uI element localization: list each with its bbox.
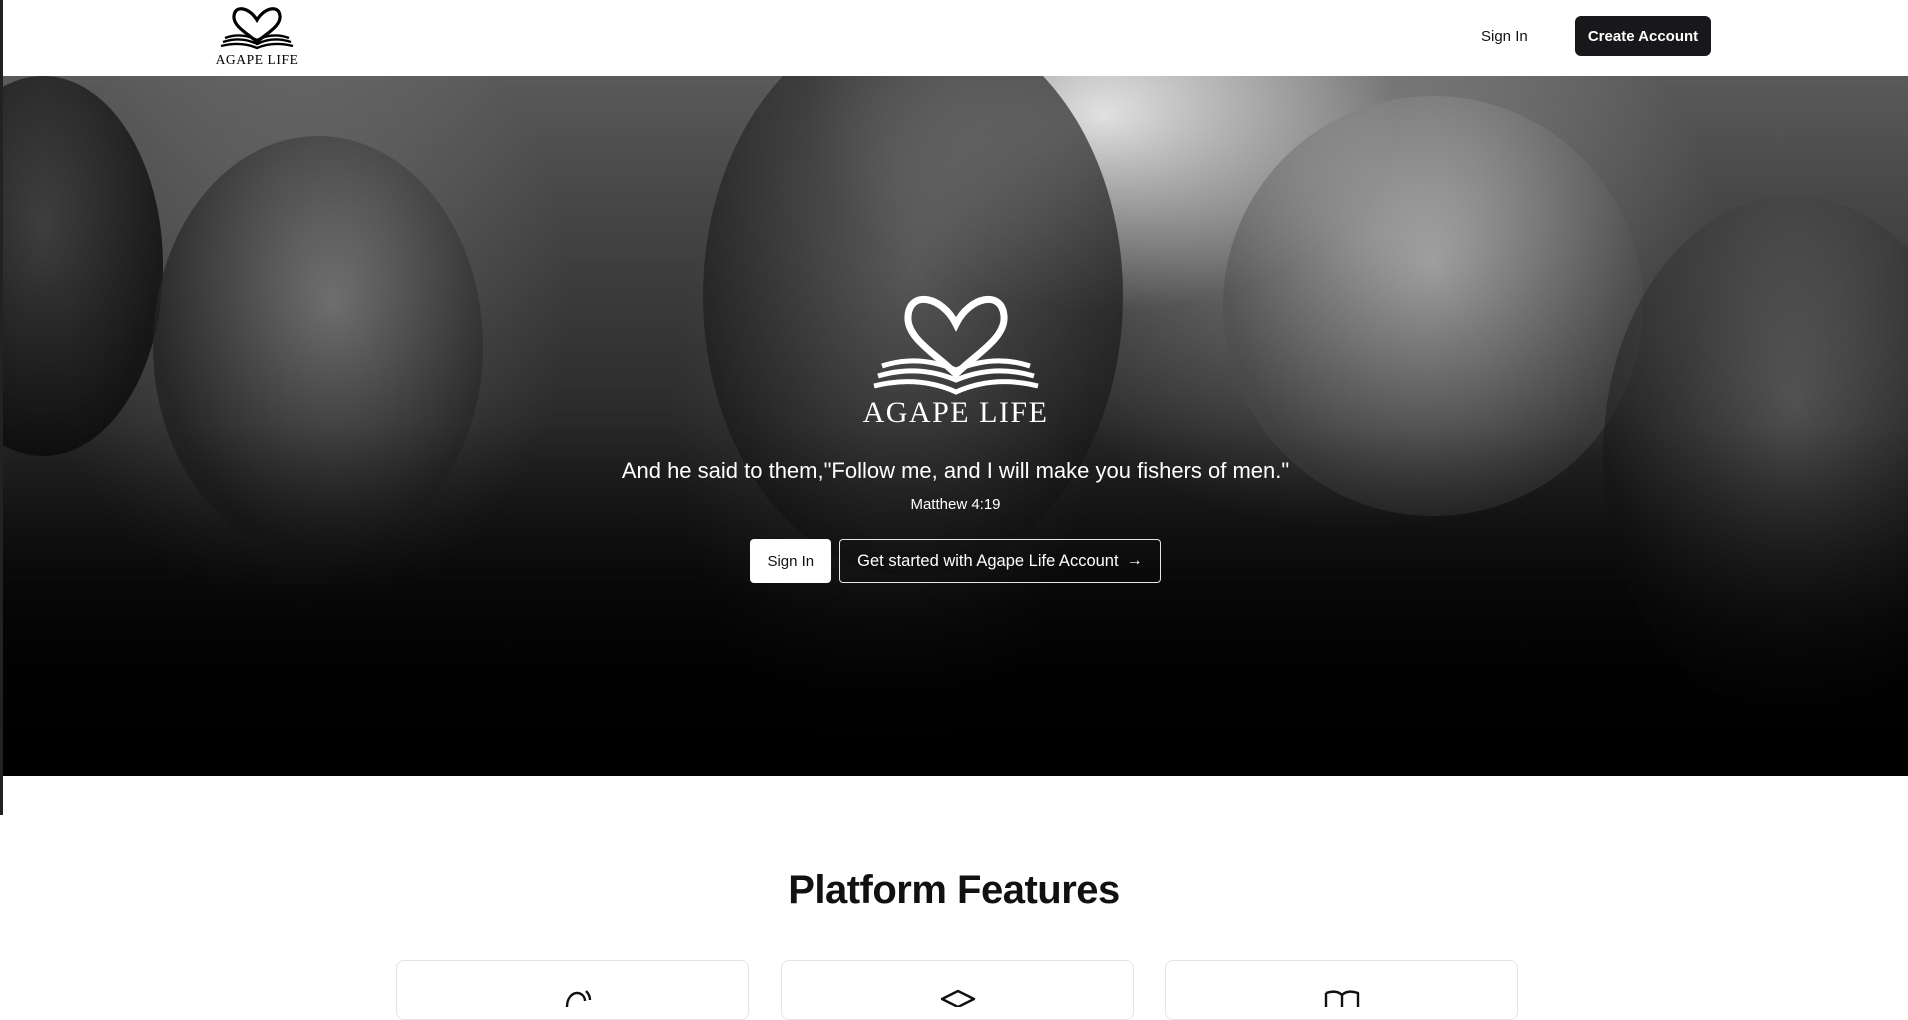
hero-actions: Sign In Get started with Agape Life Acco…	[750, 539, 1161, 583]
brand-logo[interactable]: AGAPE LIFE	[211, 0, 303, 76]
hero-brand-name: AGAPE LIFE	[862, 396, 1049, 429]
hero-section: AGAPE LIFE And he said to them,"Follow m…	[3, 76, 1908, 776]
hero-quote: And he said to them,"Follow me, and I wi…	[621, 458, 1290, 483]
heart-book-logo-icon	[872, 296, 1039, 395]
feature-card[interactable]	[396, 960, 749, 1020]
get-started-button[interactable]: Get started with Agape Life Account →	[839, 539, 1161, 583]
arrow-right-icon: →	[1126, 552, 1143, 569]
graduation-cap-icon	[940, 989, 975, 1007]
feature-card[interactable]	[781, 960, 1134, 1020]
top-navigation: AGAPE LIFE Sign In Create Account	[3, 0, 1908, 76]
create-account-button[interactable]: Create Account	[1575, 16, 1711, 56]
feature-card[interactable]	[1165, 960, 1518, 1020]
hero-reference: Matthew 4:19	[910, 496, 1001, 513]
hero-signin-button[interactable]: Sign In	[750, 539, 832, 583]
ear-icon	[565, 990, 591, 1007]
heart-book-logo-icon	[220, 7, 294, 50]
brand-name: AGAPE LIFE	[215, 52, 299, 67]
features-title: Platform Features	[788, 868, 1120, 912]
header-signin-button[interactable]: Sign In	[1481, 24, 1528, 48]
book-open-icon	[1324, 990, 1359, 1007]
get-started-label: Get started with Agape Life Account	[857, 551, 1119, 570]
